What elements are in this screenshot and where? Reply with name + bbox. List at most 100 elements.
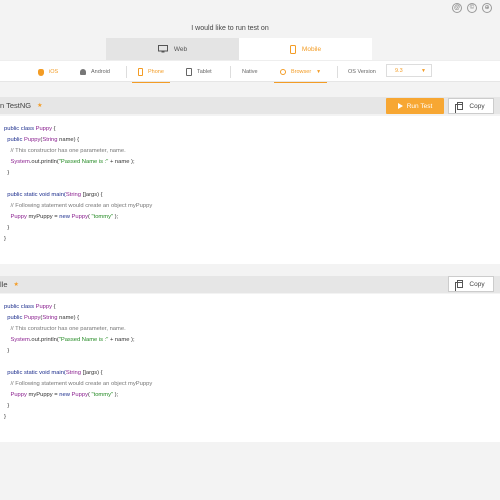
code-token: public class: [4, 126, 36, 132]
code-line: }: [4, 170, 9, 176]
copy-button[interactable]: Copy: [448, 98, 494, 114]
option-phone[interactable]: Phone: [132, 66, 170, 83]
phone-icon: [138, 68, 143, 76]
code-token: "Passed Name is :": [58, 337, 109, 343]
divider: [126, 66, 127, 78]
copyright-icon[interactable]: ©: [467, 3, 477, 13]
tab-web[interactable]: Web: [106, 38, 239, 60]
browser-icon: [280, 69, 286, 75]
code-token: name) {: [57, 137, 80, 143]
code-token: String: [65, 370, 82, 376]
copy-label: Copy: [469, 102, 485, 110]
star-icon: ★: [13, 282, 19, 288]
chevron-down-icon: ▼: [421, 67, 426, 74]
code-token: .out.println(: [29, 337, 59, 343]
code-token: new: [59, 392, 70, 398]
code-token: String: [42, 137, 58, 143]
code-token: }: [4, 414, 6, 420]
code-token: // This constructor has one parameter, n…: [4, 148, 126, 154]
code-line: }: [4, 348, 9, 354]
run-test-button[interactable]: Run Test: [386, 98, 444, 114]
code-token: "tommy": [91, 392, 114, 398]
option-native-label: Native: [242, 69, 258, 75]
code-line: Puppy myPuppy = new Puppy( "tommy" );: [4, 214, 118, 220]
copy-button[interactable]: Copy: [448, 276, 494, 292]
code-token: name) {: [57, 315, 80, 321]
code-token: Puppy: [35, 126, 53, 132]
copy-label: Copy: [469, 280, 485, 288]
code-token: "Passed Name is :": [58, 159, 109, 165]
code-token: }: [4, 170, 10, 176]
code-token: public static void main(: [4, 192, 66, 198]
divider: [230, 66, 231, 78]
code-token: myPuppy =: [26, 392, 60, 398]
code-token: Puppy: [23, 315, 41, 321]
code-token: + name );: [108, 159, 135, 165]
option-ios-label: iOS: [49, 69, 59, 75]
code-token: System: [10, 159, 30, 165]
code-token: Puppy: [35, 304, 53, 310]
code-line: System.out.println("Passed Name is :" + …: [4, 159, 135, 165]
code-line: // This constructor has one parameter, n…: [4, 326, 126, 332]
os-version-select[interactable]: 9.3 ▼: [386, 64, 432, 77]
code-token: String: [42, 315, 58, 321]
code-token: .out.println(: [29, 159, 59, 165]
code-line: public static void main(String []args) {: [4, 370, 102, 376]
code-token: Puppy: [71, 392, 88, 398]
platform-tabs: Web Mobile: [106, 38, 372, 60]
code-line: // This constructor has one parameter, n…: [4, 148, 126, 154]
option-android[interactable]: Android: [80, 66, 110, 78]
code-line: System.out.println("Passed Name is :" + …: [4, 337, 135, 343]
option-tablet[interactable]: Tablet: [186, 66, 212, 78]
code-line: // Following statement would create an o…: [4, 203, 152, 209]
code-line: public class Puppy {: [4, 304, 56, 310]
code-token: public: [4, 315, 24, 321]
code-block-title: n TestNG: [0, 101, 32, 110]
code-token: }: [4, 348, 10, 354]
code-token: + name );: [108, 337, 135, 343]
option-tablet-label: Tablet: [197, 69, 212, 75]
code-token: myPuppy =: [26, 214, 60, 220]
code-line: public Puppy(String name) {: [4, 137, 79, 143]
code-panel[interactable]: public class Puppy { public Puppy(String…: [0, 116, 500, 264]
code-token: {: [52, 304, 56, 310]
option-browser[interactable]: Browser ▼: [273, 66, 328, 83]
globe-icon[interactable]: ⊕: [482, 3, 492, 13]
code-line: public class Puppy {: [4, 126, 56, 132]
code-token: // Following statement would create an o…: [4, 203, 153, 209]
option-phone-label: Phone: [148, 69, 164, 75]
top-icons: @ © ⊕: [452, 3, 492, 13]
option-ios[interactable]: iOS: [38, 66, 58, 78]
code-line: // Following statement would create an o…: [4, 381, 152, 387]
code-token: public: [4, 137, 24, 143]
run-test-label: Run Test: [406, 102, 433, 110]
os-version-label-text: OS Version: [348, 69, 376, 75]
chevron-down-icon: ▼: [316, 69, 322, 75]
apple-icon: [38, 68, 44, 76]
option-browser-label: Browser: [291, 69, 312, 75]
code-token: "tommy": [91, 214, 114, 220]
play-icon: [397, 103, 403, 109]
code-token: }: [4, 225, 10, 231]
code-block-header: lle ★: [0, 276, 500, 293]
code-token: // This constructor has one parameter, n…: [4, 326, 126, 332]
copy-icon: [455, 280, 464, 291]
tab-mobile-label: Mobile: [301, 45, 322, 53]
code-token: );: [113, 214, 119, 220]
help-icon[interactable]: @: [452, 3, 462, 13]
option-native[interactable]: Native: [242, 66, 258, 78]
code-token: {: [52, 126, 56, 132]
os-version-value: 9.3: [395, 67, 403, 74]
code-token: []args) {: [81, 192, 103, 198]
code-line: public static void main(String []args) {: [4, 192, 103, 198]
star-icon: ★: [37, 103, 43, 109]
code-token: public static void main(: [4, 370, 66, 376]
divider: [337, 66, 338, 78]
code-line: public Puppy(String name) {: [4, 315, 79, 321]
tab-mobile[interactable]: Mobile: [239, 38, 372, 60]
code-token: String: [65, 192, 82, 198]
code-token: }: [4, 403, 10, 409]
code-panel[interactable]: public class Puppy { public Puppy(String…: [0, 294, 500, 442]
code-token: public class: [4, 304, 36, 310]
code-token: );: [113, 392, 119, 398]
